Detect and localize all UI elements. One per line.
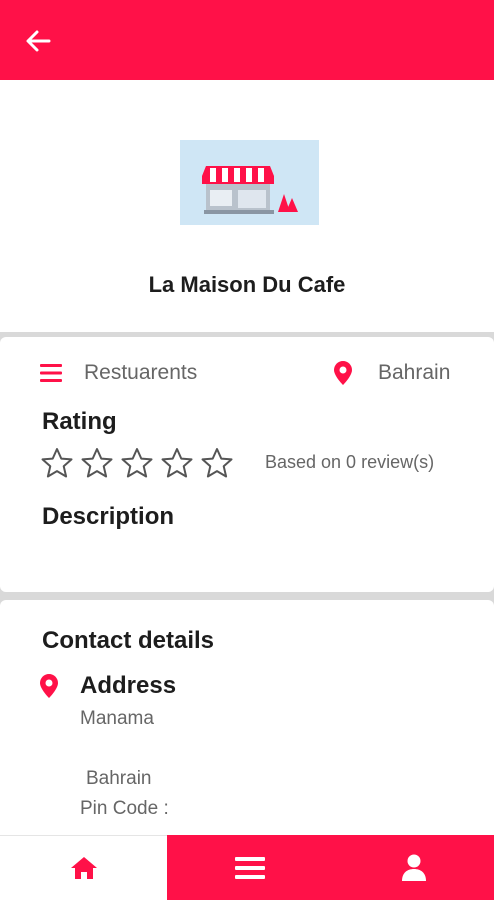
rating-title: Rating [42, 408, 117, 435]
star-icon[interactable] [40, 447, 74, 479]
info-card: Restuarents Bahrain Rating Based on 0 re… [0, 337, 494, 592]
list-icon [40, 364, 62, 382]
description-title: Description [42, 503, 175, 530]
bottom-nav [0, 835, 494, 900]
home-icon [70, 857, 97, 879]
location-pin-icon [40, 674, 58, 698]
address-pin-code: Pin Code : [80, 798, 169, 819]
shop-image [180, 140, 319, 225]
menu-icon [235, 856, 265, 879]
shop-name: La Maison Du Cafe [148, 272, 346, 297]
shop-header: La Maison Du Cafe [0, 80, 494, 332]
location-label: Bahrain [378, 361, 451, 384]
back-button[interactable] [22, 26, 54, 56]
star-rating[interactable] [40, 447, 234, 479]
category-label: Restuarents [84, 361, 198, 384]
star-icon[interactable] [160, 447, 194, 479]
contact-title: Contact details [42, 627, 215, 654]
app-bar [0, 0, 494, 80]
arrow-left-icon [26, 30, 51, 52]
star-icon[interactable] [200, 447, 234, 479]
location-pin-icon [334, 361, 352, 385]
storefront-icon [180, 140, 319, 225]
address-city: Manama [80, 708, 154, 729]
star-icon[interactable] [80, 447, 114, 479]
meta-row: Restuarents Bahrain [40, 361, 460, 385]
user-icon [401, 854, 426, 881]
nav-home-button[interactable] [0, 835, 167, 900]
address-country: Bahrain [86, 768, 152, 789]
contact-card: Contact details Address Manama Bahrain P… [0, 600, 494, 835]
nav-menu-button[interactable] [167, 835, 333, 900]
star-icon[interactable] [120, 447, 154, 479]
reviews-count: Based on 0 review(s) [265, 452, 435, 472]
nav-profile-button[interactable] [333, 835, 494, 900]
address-title: Address [80, 672, 177, 699]
